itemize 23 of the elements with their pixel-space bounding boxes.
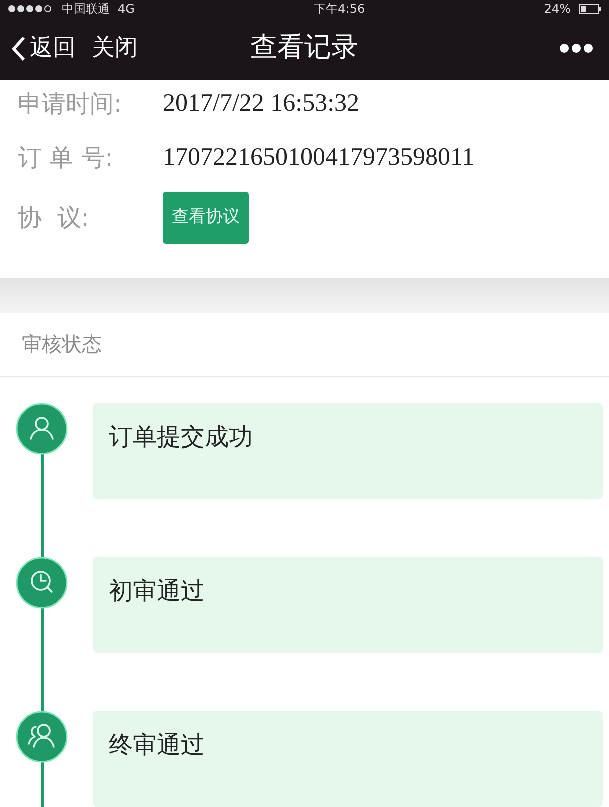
step-label: 订单提交成功 bbox=[109, 423, 253, 451]
step-label: 终审通过 bbox=[109, 731, 205, 759]
clock-search-icon bbox=[16, 557, 68, 609]
battery-text: 24% bbox=[544, 2, 571, 15]
section-title: 审核状态 bbox=[22, 331, 102, 358]
battery-icon bbox=[579, 4, 601, 14]
clock-text: 下午4:56 bbox=[314, 2, 366, 15]
back-icon bbox=[12, 36, 26, 62]
field-label: 协 议: bbox=[18, 202, 90, 234]
step-label: 初审通过 bbox=[109, 577, 205, 605]
page-title: 查看记录 bbox=[250, 31, 358, 66]
person-icon bbox=[16, 403, 68, 455]
signal-icon bbox=[8, 4, 54, 13]
field-label: 订 单 号: bbox=[18, 142, 114, 174]
people-icon bbox=[16, 711, 68, 763]
field-label: 申请时间: bbox=[18, 88, 124, 120]
close-button[interactable]: 关闭 bbox=[92, 31, 138, 66]
field-value: 1707221650100417973598011 bbox=[163, 143, 475, 174]
back-button[interactable]: 返回 bbox=[12, 31, 76, 66]
carrier-text: 中国联通 bbox=[62, 2, 110, 15]
more-icon[interactable] bbox=[560, 44, 593, 54]
field-value: 2017/7/22 16:53:32 bbox=[163, 89, 360, 120]
network-text: 4G bbox=[118, 2, 135, 15]
